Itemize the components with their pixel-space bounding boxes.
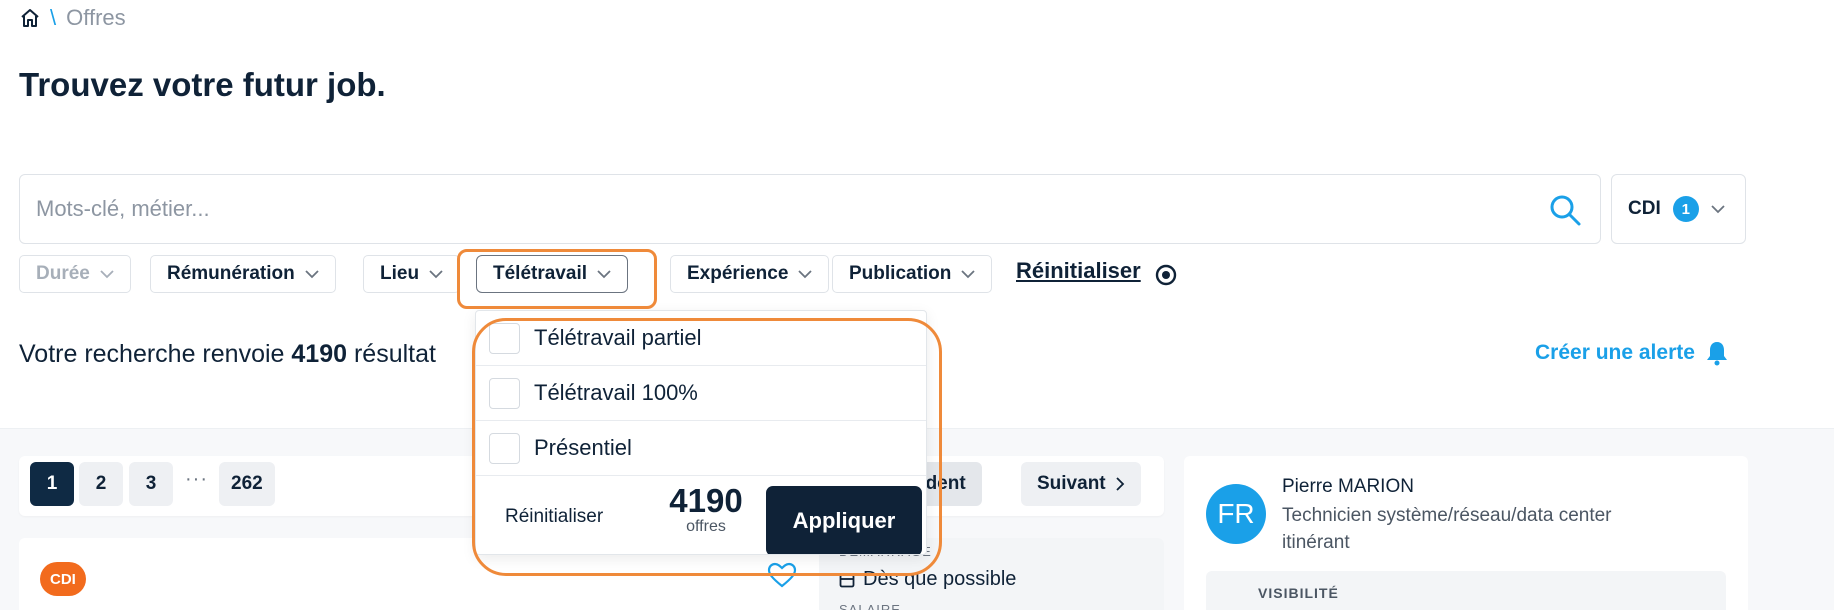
pagination-ellipsis: ···	[185, 468, 208, 490]
apply-button[interactable]: Appliquer	[766, 486, 922, 554]
filter-publication[interactable]: Publication	[832, 255, 993, 293]
filter-label: Durée	[36, 263, 90, 284]
profile-name: Pierre MARION	[1282, 476, 1414, 497]
create-alert-label: Créer une alerte	[1535, 341, 1695, 364]
start-value: Dès que possible	[839, 568, 1016, 591]
filter-label: Rémunération	[167, 263, 295, 284]
reset-filters-link[interactable]: Réinitialiser	[1016, 258, 1141, 284]
breadcrumb: \ Offres	[20, 4, 126, 32]
filter-duree[interactable]: Durée	[19, 255, 131, 293]
filter-remuneration[interactable]: Rémunération	[150, 255, 336, 293]
filter-teletravail[interactable]: Télétravail	[476, 255, 628, 293]
chevron-down-icon	[305, 269, 319, 278]
option-label: Présentiel	[534, 435, 632, 460]
option-teletravail-partiel[interactable]: Télétravail partiel	[476, 311, 926, 366]
reset-icon[interactable]	[1155, 264, 1177, 286]
dropdown-reset-button[interactable]: Réinitialiser	[505, 506, 603, 528]
chevron-down-icon	[100, 269, 114, 278]
next-label: Suivant	[1037, 473, 1106, 494]
checkbox[interactable]	[489, 322, 520, 354]
checkbox[interactable]	[489, 377, 520, 409]
salary-label: SALAIRE	[839, 602, 901, 610]
page-button[interactable]: 2	[79, 462, 123, 506]
chevron-down-icon	[1711, 204, 1725, 213]
page-button[interactable]: 3	[129, 462, 173, 506]
contract-badge: CDI	[40, 562, 86, 596]
page-button[interactable]: 262	[219, 462, 275, 506]
profile-role: Technicien système/réseau/data center it…	[1282, 505, 1612, 553]
visibility-box: VISIBILITÉ	[1206, 571, 1726, 610]
option-presentiel[interactable]: Présentiel	[476, 421, 926, 476]
search-box	[19, 174, 1601, 244]
next-button[interactable]: Suivant	[1021, 462, 1141, 506]
bell-icon	[1706, 342, 1727, 366]
search-input[interactable]	[36, 175, 1516, 243]
chevron-down-icon	[597, 269, 611, 278]
page-title: Trouvez votre futur job.	[19, 66, 386, 103]
contract-type-select[interactable]: CDI 1	[1611, 174, 1746, 244]
results-prefix: Votre recherche renvoie	[19, 340, 285, 368]
results-suffix: résultat	[353, 340, 436, 368]
avatar: FR	[1206, 484, 1266, 544]
teletravail-dropdown: Télétravail partiel Télétravail 100% Pré…	[475, 310, 927, 555]
filter-label: Publication	[849, 263, 952, 284]
profile-card: FR Pierre MARION Technicien système/rése…	[1184, 456, 1748, 610]
offer-count-number: 4190	[669, 482, 743, 519]
search-icon[interactable]	[1548, 193, 1582, 227]
filter-label: Expérience	[687, 263, 789, 284]
filter-label: Télétravail	[493, 263, 587, 284]
results-summary: Votre recherche renvoie 4190 résultat	[19, 340, 436, 369]
page-button[interactable]: 1	[30, 462, 74, 506]
chevron-down-icon	[961, 269, 976, 278]
favorite-heart-icon[interactable]	[767, 562, 797, 588]
filter-label: Lieu	[380, 263, 420, 284]
option-teletravail-100[interactable]: Télétravail 100%	[476, 366, 926, 421]
start-value-text: Dès que possible	[863, 568, 1017, 590]
contract-type-label: CDI	[1628, 198, 1661, 219]
home-icon[interactable]	[20, 8, 40, 28]
dropdown-footer: Réinitialiser 4190 offres Appliquer	[476, 476, 926, 554]
dropdown-offer-count: 4190 offres	[656, 482, 756, 536]
breadcrumb-separator: \	[50, 5, 57, 30]
chevron-down-icon	[429, 269, 443, 278]
calendar-icon	[839, 572, 855, 587]
chevron-down-icon	[798, 269, 813, 278]
contract-count-badge: 1	[1672, 196, 1699, 222]
breadcrumb-current: Offres	[66, 5, 126, 30]
create-alert-link[interactable]: Créer une alerte	[1535, 340, 1729, 366]
results-count: 4190	[291, 340, 348, 368]
offer-count-label: offres	[686, 518, 726, 535]
chevron-right-icon	[1115, 477, 1124, 491]
option-label: Télétravail partiel	[534, 325, 702, 350]
checkbox[interactable]	[489, 432, 520, 464]
filter-lieu[interactable]: Lieu	[363, 255, 461, 293]
visibility-label: VISIBILITÉ	[1258, 585, 1339, 601]
option-label: Télétravail 100%	[534, 380, 698, 405]
filter-experience[interactable]: Expérience	[670, 255, 830, 293]
